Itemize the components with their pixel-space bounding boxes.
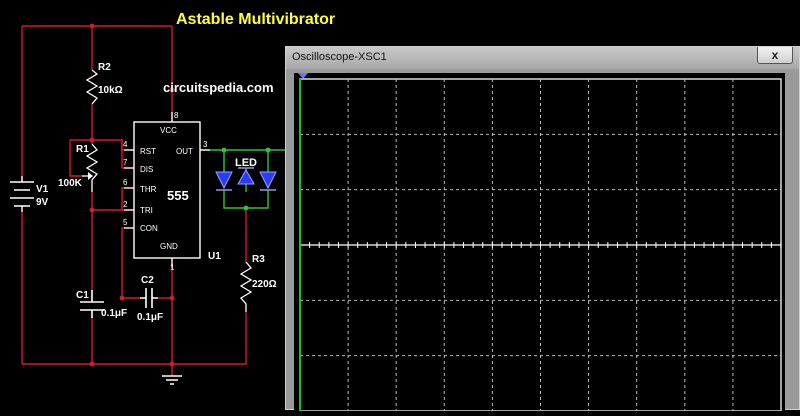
ic-pin-label-rst: RST (140, 147, 156, 156)
close-icon: x (771, 48, 779, 62)
node (89, 361, 95, 367)
ic-pin-label-tri: TRI (140, 206, 153, 215)
ic-pin-label-vcc: VCC (160, 126, 177, 135)
oscilloscope-titlebar[interactable]: Oscilloscope-XSC1 x (286, 47, 799, 69)
resistor-r1-value: 100K (58, 178, 83, 189)
oscilloscope-title: Oscilloscope-XSC1 (292, 51, 387, 63)
page-title: Astable Multivibrator (176, 11, 336, 28)
wire-r3-bottom (172, 312, 247, 365)
node (89, 207, 95, 213)
capacitor-c1-name: C1 (76, 290, 89, 301)
close-button[interactable]: x (757, 47, 793, 64)
battery-symbol (10, 176, 34, 212)
capacitor-c2-symbol (140, 288, 158, 308)
resistor-r2-symbol (85, 69, 99, 105)
oscilloscope-window[interactable]: Oscilloscope-XSC1 x (285, 46, 800, 412)
resistor-r2-name: R2 (98, 62, 111, 73)
resistor-r3-symbol (239, 261, 253, 312)
trigger-marker-icon (298, 73, 308, 79)
ic-pin-number-4: 4 (123, 140, 128, 149)
node (221, 147, 227, 153)
wire-con (121, 227, 140, 299)
wire-dis (91, 139, 134, 169)
ic-name-label: U1 (208, 251, 221, 262)
ic-pin-label-dis: DIS (140, 165, 153, 174)
circuit-workspace: VCC RST DIS THR TRI CON OUT GND 555 U1 8… (0, 0, 800, 412)
ic-pin-number-7: 7 (123, 158, 128, 167)
ic-type-label: 555 (167, 188, 189, 203)
node (119, 295, 125, 301)
brand-watermark: circuitspedia.com (163, 80, 274, 95)
oscilloscope-grid (299, 78, 782, 412)
ic-pin-label-thr: THR (140, 185, 157, 194)
ic-pin-number-3: 3 (203, 140, 208, 149)
capacitor-c1-value: 0.1μF (101, 308, 127, 319)
resistor-r1-name: R1 (76, 144, 89, 155)
resistor-r3-value: 220Ω (252, 279, 277, 290)
led-diode-icon (259, 171, 277, 190)
ic-pin-label-gnd: GND (160, 242, 178, 251)
capacitor-c2-name: C2 (141, 275, 154, 286)
ground-icon (162, 375, 182, 385)
node (169, 361, 175, 367)
ic-pin-number-8: 8 (174, 111, 179, 120)
ic-pin-label-out: OUT (176, 147, 193, 156)
led-diode-icon (237, 168, 255, 185)
node (89, 23, 95, 29)
ic-pin-number-5: 5 (123, 218, 128, 227)
resistor-r3-name: R3 (252, 254, 265, 265)
ic-pin-number-1: 1 (170, 263, 175, 272)
node (89, 137, 95, 143)
node (169, 295, 175, 301)
node (243, 205, 249, 211)
node (265, 147, 271, 153)
oscilloscope-display (298, 73, 782, 412)
battery-value-label: 9V (36, 197, 49, 208)
capacitor-c2-value: 0.1μF (137, 312, 163, 323)
wire-thr-tri (92, 187, 134, 211)
ic-pin-label-con: CON (140, 224, 158, 233)
led-diode-icon (215, 171, 233, 190)
ic-pin-number-6: 6 (123, 178, 128, 187)
led-label: LED (235, 157, 257, 169)
oscilloscope-screen[interactable] (294, 73, 785, 412)
ic-pin-number-2: 2 (123, 200, 128, 209)
resistor-r2-value: 10kΩ (98, 85, 123, 96)
battery-name-label: V1 (36, 184, 49, 195)
wire-led-bottom (223, 190, 269, 209)
